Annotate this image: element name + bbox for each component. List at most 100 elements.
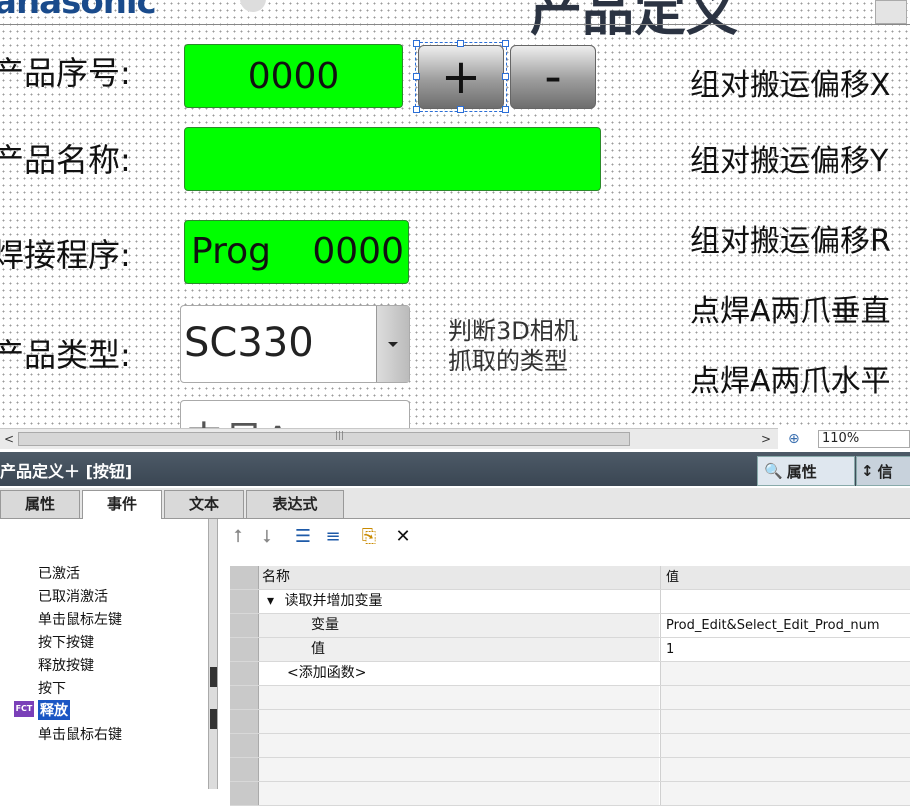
add-function-cell[interactable]: <添加函数> bbox=[259, 662, 659, 685]
empty-cell bbox=[660, 758, 910, 781]
row-handle bbox=[230, 590, 259, 613]
expand-all-icon[interactable]: ☰ bbox=[292, 526, 314, 548]
table-row[interactable]: <添加函数> bbox=[230, 662, 910, 686]
empty-cell bbox=[660, 710, 910, 733]
zoom-level-field[interactable]: 110% bbox=[818, 430, 910, 448]
partial-dropdown[interactable]: 夫号A bbox=[180, 400, 410, 428]
serial-number-value: 0000 bbox=[247, 55, 340, 97]
weld-a-horizontal-label: 点焊A两爪水平 bbox=[690, 364, 891, 399]
program-number: 0000 bbox=[312, 231, 404, 272]
event-key-release[interactable]: 释放按键 bbox=[38, 655, 94, 675]
serial-label: 产品序号: bbox=[0, 54, 131, 92]
top-right-button[interactable] bbox=[875, 0, 907, 24]
decrement-button[interactable]: - bbox=[510, 45, 596, 109]
move-up-icon[interactable]: ⭡ bbox=[227, 526, 249, 548]
row-handle bbox=[230, 734, 259, 757]
dropdown-arrow-icon[interactable] bbox=[376, 306, 409, 382]
weld-program-field[interactable]: Prog 0000 bbox=[184, 220, 409, 284]
table-row bbox=[230, 686, 910, 710]
param-variable-value[interactable]: Prod_Edit&Select_Edit_Prod_num bbox=[660, 614, 910, 637]
table-row[interactable]: ▾ 读取并增加变量 bbox=[230, 590, 910, 614]
param-variable-name: 变量 bbox=[259, 614, 659, 637]
offset-r-label: 组对搬运偏移R bbox=[690, 224, 891, 259]
resize-handle[interactable] bbox=[457, 106, 464, 113]
collapse-all-icon[interactable]: ≡ bbox=[322, 526, 344, 548]
product-type-value: SC330 bbox=[184, 320, 314, 366]
partial-label: 扣焊中号 bbox=[0, 420, 120, 428]
empty-cell bbox=[259, 710, 659, 733]
collapse-left-icon[interactable] bbox=[210, 667, 217, 687]
properties-window-tab[interactable]: 🔍 属性 bbox=[757, 456, 855, 486]
resize-handle[interactable] bbox=[502, 40, 509, 47]
empty-cell bbox=[660, 782, 910, 805]
event-release[interactable]: 释放 bbox=[38, 700, 70, 720]
param-value-name: 值 bbox=[259, 638, 659, 661]
row-handle bbox=[230, 662, 259, 685]
expand-arrow-icon[interactable]: ▾ bbox=[267, 593, 274, 609]
product-type-dropdown[interactable]: SC330 bbox=[180, 305, 410, 383]
name-label: 产品名称: bbox=[0, 141, 131, 179]
table-row bbox=[230, 734, 910, 758]
event-press[interactable]: 按下 bbox=[38, 678, 66, 698]
event-right-click[interactable]: 单击鼠标右键 bbox=[38, 724, 122, 744]
inspector-title: 产品定义＋ [按钮] bbox=[0, 462, 133, 481]
empty-cell bbox=[259, 782, 659, 805]
event-left-click[interactable]: 单击鼠标左键 bbox=[38, 609, 122, 629]
logo-circle bbox=[240, 0, 266, 12]
brand-logo: anasonic bbox=[0, 0, 157, 22]
serial-number-field[interactable]: 0000 bbox=[184, 44, 403, 108]
info-window-tab[interactable]: ↕ 信 bbox=[856, 456, 910, 486]
magnifier-icon: 🔍 bbox=[764, 462, 783, 480]
function-name: 读取并增加变量 bbox=[284, 593, 383, 609]
tab-expression[interactable]: 表达式 bbox=[246, 490, 344, 518]
table-row[interactable]: 值 1 bbox=[230, 638, 910, 662]
camera-type-note: 判断3D相机 抓取的类型 bbox=[448, 316, 578, 376]
partial-value: 夫号A bbox=[184, 409, 291, 428]
tab-events[interactable]: 事件 bbox=[82, 490, 162, 520]
info-icon: ↕ bbox=[861, 462, 874, 480]
hmi-screen-canvas: anasonic 产品定义 产品序号: 0000 + - 产品名称: 焊接程序:… bbox=[0, 0, 910, 428]
function-grid: 名称 值 ▾ 读取并增加变量 变量 Prod_Edit&Select_Edit_… bbox=[230, 566, 910, 806]
panel-splitter[interactable] bbox=[208, 519, 218, 789]
table-row bbox=[230, 710, 910, 734]
scroll-right-icon[interactable]: > bbox=[758, 431, 774, 447]
add-function-value bbox=[660, 662, 910, 685]
function-name-cell[interactable]: ▾ 读取并增加变量 bbox=[259, 590, 667, 613]
scroll-thumb[interactable] bbox=[18, 431, 630, 446]
scroll-left-icon[interactable]: < bbox=[1, 431, 17, 447]
move-down-icon[interactable]: ⭣ bbox=[256, 526, 278, 548]
tab-properties[interactable]: 属性 bbox=[0, 490, 80, 518]
resize-handle[interactable] bbox=[502, 106, 509, 113]
page-title: 产品定义 bbox=[530, 0, 739, 43]
program-prefix: Prog bbox=[191, 231, 271, 272]
table-row bbox=[230, 758, 910, 782]
zoom-fit-icon[interactable]: ⊕ bbox=[788, 431, 804, 447]
offset-y-label: 组对搬运偏移Y bbox=[690, 144, 889, 179]
resize-handle[interactable] bbox=[502, 73, 509, 80]
inspector-header: 产品定义＋ [按钮] 🔍 属性 ↕ 信 bbox=[0, 452, 910, 486]
event-key-press[interactable]: 按下按键 bbox=[38, 632, 94, 652]
tab-text[interactable]: 文本 bbox=[164, 490, 244, 518]
horizontal-scrollbar[interactable]: < > bbox=[0, 428, 778, 449]
type-label: 产品类型: bbox=[0, 336, 131, 374]
function-value bbox=[660, 590, 910, 613]
event-activated[interactable]: 已激活 bbox=[38, 563, 80, 583]
product-name-field[interactable] bbox=[184, 127, 601, 191]
collapse-right-icon[interactable] bbox=[210, 709, 217, 729]
delete-icon[interactable]: ✕ bbox=[392, 526, 414, 548]
empty-cell bbox=[660, 734, 910, 757]
selection-frame bbox=[415, 42, 507, 112]
param-value-value[interactable]: 1 bbox=[660, 638, 910, 661]
resize-handle[interactable] bbox=[413, 106, 420, 113]
resize-handle[interactable] bbox=[413, 73, 420, 80]
resize-handle[interactable] bbox=[457, 40, 464, 47]
offset-x-label: 组对搬运偏移X bbox=[690, 68, 891, 103]
event-deactivated[interactable]: 已取消激活 bbox=[38, 586, 108, 606]
script-js-icon[interactable]: ⎘ bbox=[358, 526, 380, 548]
row-handle bbox=[230, 638, 259, 661]
table-row[interactable]: 变量 Prod_Edit&Select_Edit_Prod_num bbox=[230, 614, 910, 638]
row-handle bbox=[230, 566, 259, 589]
table-row bbox=[230, 782, 910, 806]
empty-cell bbox=[259, 758, 659, 781]
resize-handle[interactable] bbox=[413, 40, 420, 47]
